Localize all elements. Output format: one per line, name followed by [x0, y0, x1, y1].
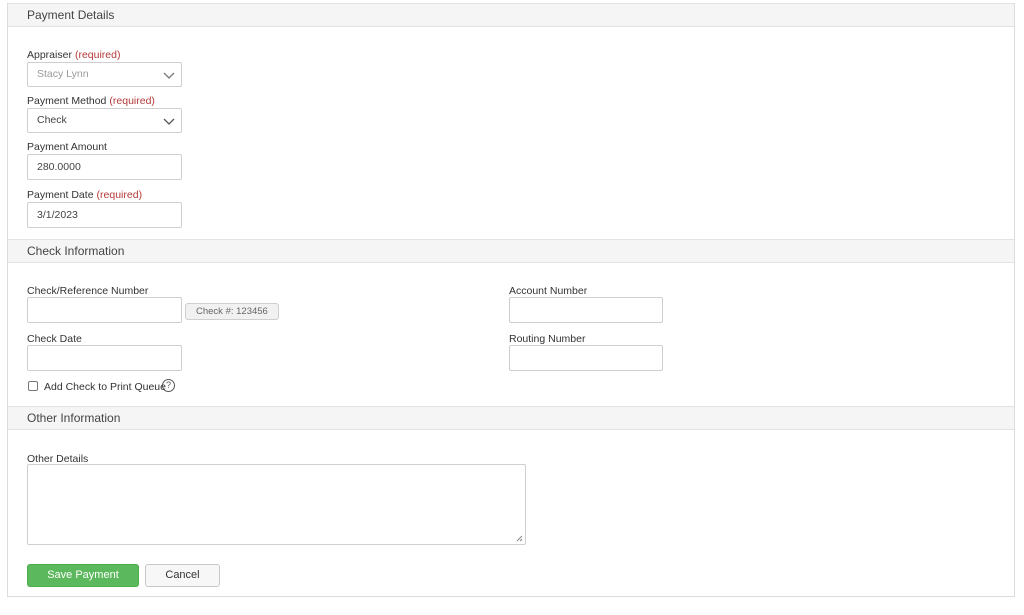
label-text: Add Check to Print Queue	[44, 381, 166, 393]
check-date-label: Check Date	[27, 333, 82, 345]
label-text: Payment Date	[27, 189, 94, 201]
routing-number-input[interactable]	[509, 345, 663, 371]
check-reference-label: Check/Reference Number	[27, 285, 148, 297]
section-header-payment-details: Payment Details	[8, 3, 1014, 27]
label-text: Appraiser	[27, 49, 72, 61]
section-title: Payment Details	[27, 8, 115, 22]
save-payment-label: Save Payment	[47, 569, 119, 581]
label-text: Account Number	[509, 285, 588, 297]
routing-number-label: Routing Number	[509, 333, 585, 345]
check-number-hint-text: Check #: 123456	[196, 306, 268, 317]
check-date-input[interactable]	[27, 345, 182, 371]
appraiser-label: Appraiser (required)	[27, 49, 120, 61]
payment-date-input[interactable]: 3/1/2023	[27, 202, 182, 228]
account-number-label: Account Number	[509, 285, 587, 297]
section-header-other-information: Other Information	[8, 406, 1014, 430]
cancel-button[interactable]: Cancel	[145, 564, 220, 587]
chevron-down-icon	[163, 72, 175, 79]
label-text: Routing Number	[509, 333, 586, 345]
payment-amount-label: Payment Amount	[27, 141, 107, 153]
appraiser-value: Stacy Lynn	[37, 68, 89, 80]
label-text: Payment Method	[27, 95, 107, 107]
print-queue-checkbox[interactable]	[28, 381, 38, 391]
cancel-label: Cancel	[165, 569, 200, 581]
check-number-hint: Check #: 123456	[185, 303, 279, 320]
section-title: Other Information	[27, 411, 121, 425]
payment-method-select[interactable]: Check	[27, 108, 182, 133]
resize-grip-icon[interactable]	[516, 535, 523, 542]
check-reference-input[interactable]	[27, 297, 182, 323]
required-marker: (required)	[109, 95, 155, 107]
section-header-check-information: Check Information	[8, 239, 1014, 263]
payment-form: Payment Details Appraiser (required) Stac…	[7, 3, 1015, 597]
section-title: Check Information	[27, 244, 125, 258]
payment-method-value: Check	[37, 114, 67, 126]
print-queue-label[interactable]: Add Check to Print Queue	[44, 381, 166, 393]
other-details-textarea[interactable]	[27, 464, 526, 545]
payment-date-label: Payment Date (required)	[27, 189, 142, 201]
payment-amount-input[interactable]: 280.0000	[27, 154, 182, 180]
required-marker: (required)	[96, 189, 143, 201]
account-number-input[interactable]	[509, 297, 663, 323]
payment-date-value: 3/1/2023	[37, 209, 78, 221]
payment-amount-value: 280.0000	[37, 161, 81, 173]
required-marker: (required)	[74, 49, 121, 61]
save-payment-button[interactable]: Save Payment	[27, 564, 139, 587]
label-text: Check Date	[27, 333, 82, 345]
payment-method-label: Payment Method (required)	[27, 95, 155, 107]
label-text: Check/Reference Number	[27, 285, 149, 297]
appraiser-select[interactable]: Stacy Lynn	[27, 62, 182, 87]
chevron-down-icon	[163, 118, 175, 125]
question-circle-icon[interactable]: ?	[162, 379, 175, 392]
label-text: Payment Amount	[27, 141, 107, 153]
